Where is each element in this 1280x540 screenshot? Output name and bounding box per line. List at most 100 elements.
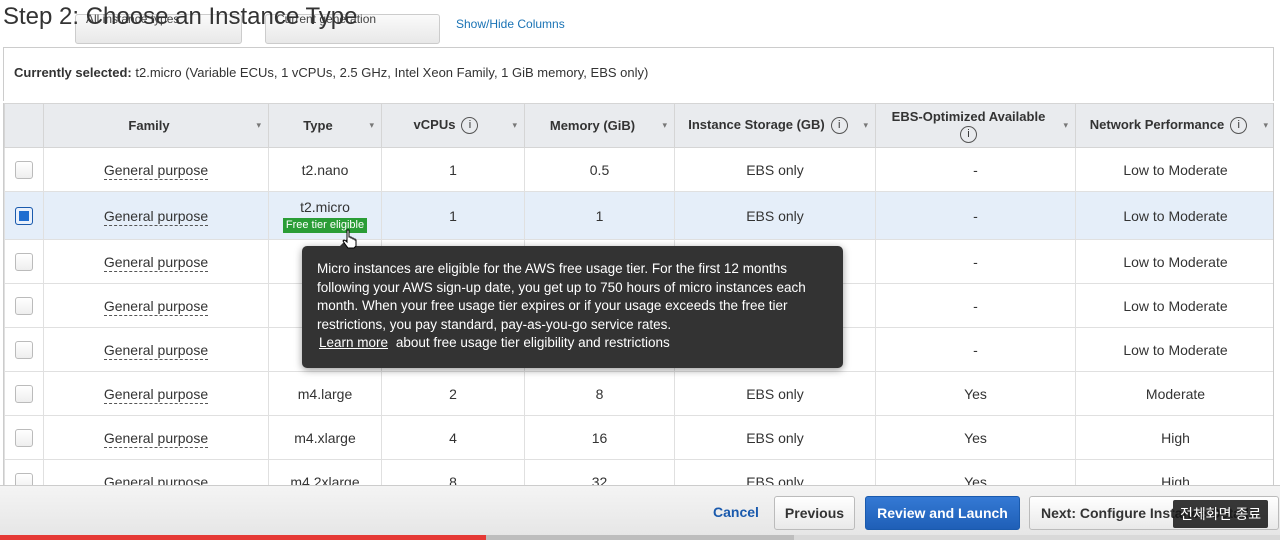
sort-icon[interactable]: ▾ [369, 120, 374, 131]
memory-cell: 32 [524, 459, 675, 485]
family-label[interactable]: General purpose [103, 341, 209, 360]
row-checkbox[interactable] [15, 252, 33, 271]
network-performance-cell: High [1075, 415, 1273, 460]
column-header-type[interactable]: Type ▾ [268, 103, 382, 148]
table-row[interactable]: General purpose m4.2xlarge 8 32 EBS only Yes H… [4, 459, 1273, 485]
column-header-instance-storage[interactable]: Instance Storage (GB) i ▾ [674, 103, 876, 148]
ebs-optimized-cell: - [875, 283, 1076, 328]
learn-more-link[interactable]: Learn more [319, 335, 388, 350]
memory-cell: 8 [524, 371, 675, 416]
ebs-optimized-cell: - [875, 191, 1076, 240]
network-performance-cell: Moderate [1075, 371, 1273, 416]
row-checkbox[interactable] [15, 472, 33, 485]
sort-icon[interactable]: ▾ [863, 120, 868, 131]
type-label: m4.large [297, 385, 353, 402]
family-label[interactable]: General purpose [103, 473, 209, 485]
info-icon[interactable]: i [960, 125, 977, 143]
family-label[interactable]: General purpose [103, 429, 209, 448]
row-checkbox[interactable] [15, 160, 33, 179]
type-cell: t2.nano [268, 147, 382, 192]
previous-button[interactable]: Previous [774, 496, 855, 530]
info-icon[interactable]: i [1230, 117, 1248, 135]
sort-icon[interactable]: ▾ [1063, 120, 1068, 131]
video-progress-bar[interactable] [0, 535, 1280, 540]
currently-selected-panel: Currently selected: t2.micro (Variable E… [3, 47, 1274, 101]
row-select-cell[interactable] [4, 415, 44, 460]
header-label: EBS-Optimized Available [891, 108, 1046, 124]
page-title: Step 2: Choose an Instance Type [3, 3, 358, 30]
row-select-cell[interactable] [4, 283, 44, 328]
row-select-cell[interactable] [4, 191, 44, 240]
family-label[interactable]: General purpose [103, 385, 209, 404]
row-checkbox[interactable] [15, 296, 33, 315]
ebs-optimized-cell: Yes [875, 371, 1076, 416]
family-label[interactable]: General purpose [103, 253, 209, 272]
row-checkbox[interactable] [15, 206, 33, 225]
ebs-optimized-cell: - [875, 327, 1076, 372]
tooltip-tail: about free usage tier eligibility and re… [395, 335, 670, 350]
table-row[interactable]: General purpose m4.xlarge 4 16 EBS only Yes Hi… [4, 415, 1273, 460]
column-header-family[interactable]: Family ▾ [43, 103, 269, 148]
sort-icon[interactable]: ▾ [512, 120, 517, 131]
hand-pointer-icon [342, 229, 357, 249]
family-label[interactable]: General purpose [103, 161, 209, 180]
row-checkbox[interactable] [15, 384, 33, 403]
exit-fullscreen-label[interactable]: 전체화면 종료 [1173, 500, 1269, 528]
family-label[interactable]: General purpose [103, 297, 209, 316]
vcpus-cell: 1 [381, 191, 525, 240]
type-label: t2.micro [300, 198, 350, 215]
ebs-optimized-cell: Yes [875, 415, 1076, 460]
row-select-cell[interactable] [4, 147, 44, 192]
type-cell: t2.micro Free tier eligible [268, 191, 382, 240]
show-hide-columns-link[interactable]: Show/Hide Columns [456, 17, 565, 31]
type-cell: m4.xlarge [268, 415, 382, 460]
select-column-header [4, 103, 44, 148]
memory-cell: 16 [524, 415, 675, 460]
ebs-optimized-cell: Yes [875, 459, 1076, 485]
storage-cell: EBS only [674, 147, 876, 192]
tooltip-text: Micro instances are eligible for the AWS… [317, 261, 806, 332]
sort-icon[interactable]: ▾ [662, 120, 667, 131]
info-icon[interactable]: i [830, 117, 848, 135]
header-label: Network Performance [1089, 116, 1225, 132]
column-header-memory[interactable]: Memory (GiB) ▾ [524, 103, 675, 148]
type-label: m4.xlarge [294, 429, 356, 446]
ebs-optimized-cell: - [875, 147, 1076, 192]
memory-cell: 1 [524, 191, 675, 240]
cancel-button[interactable]: Cancel [700, 496, 772, 530]
row-select-cell[interactable] [4, 459, 44, 485]
type-cell: m4.2xlarge [268, 459, 382, 485]
row-select-cell[interactable] [4, 327, 44, 372]
family-cell: General purpose [43, 371, 269, 416]
table-row[interactable]: General purpose t2.nano 1 0.5 EBS only - Low t… [4, 147, 1273, 192]
currently-selected-label: Currently selected: [14, 65, 132, 80]
family-label[interactable]: General purpose [103, 207, 209, 226]
column-header-network-performance[interactable]: Network Performance i ▾ [1075, 103, 1273, 148]
table-row[interactable]: General purpose t2.micro Free tier eligibl… [4, 191, 1273, 240]
row-select-cell[interactable] [4, 239, 44, 284]
column-header-ebs-optimized[interactable]: EBS-Optimized Available i ▾ [875, 103, 1076, 148]
info-icon[interactable]: i [461, 117, 479, 135]
family-cell: General purpose [43, 415, 269, 460]
storage-cell: EBS only [674, 459, 876, 485]
storage-cell: EBS only [674, 371, 876, 416]
column-header-vcpus[interactable]: vCPUs i ▾ [381, 103, 525, 148]
network-performance-cell: Low to Moderate [1075, 283, 1273, 328]
sort-icon[interactable]: ▾ [256, 120, 261, 131]
row-checkbox[interactable] [15, 340, 33, 359]
currently-selected-value: t2.micro (Variable ECUs, 1 vCPUs, 2.5 GH… [135, 65, 649, 80]
network-performance-cell: High [1075, 459, 1273, 485]
sort-icon[interactable]: ▾ [1263, 120, 1268, 131]
header-label: Memory (GiB) [549, 118, 636, 133]
family-cell: General purpose [43, 459, 269, 485]
review-and-launch-button[interactable]: Review and Launch [865, 496, 1020, 530]
row-select-cell[interactable] [4, 371, 44, 416]
vcpus-cell: 4 [381, 415, 525, 460]
storage-cell: EBS only [674, 191, 876, 240]
row-checkbox[interactable] [15, 428, 33, 447]
family-cell: General purpose [43, 283, 269, 328]
family-cell: General purpose [43, 147, 269, 192]
ebs-optimized-cell: - [875, 239, 1076, 284]
table-row[interactable]: General purpose m4.large 2 8 EBS only Yes Mode… [4, 371, 1273, 416]
network-performance-cell: Low to Moderate [1075, 191, 1273, 240]
